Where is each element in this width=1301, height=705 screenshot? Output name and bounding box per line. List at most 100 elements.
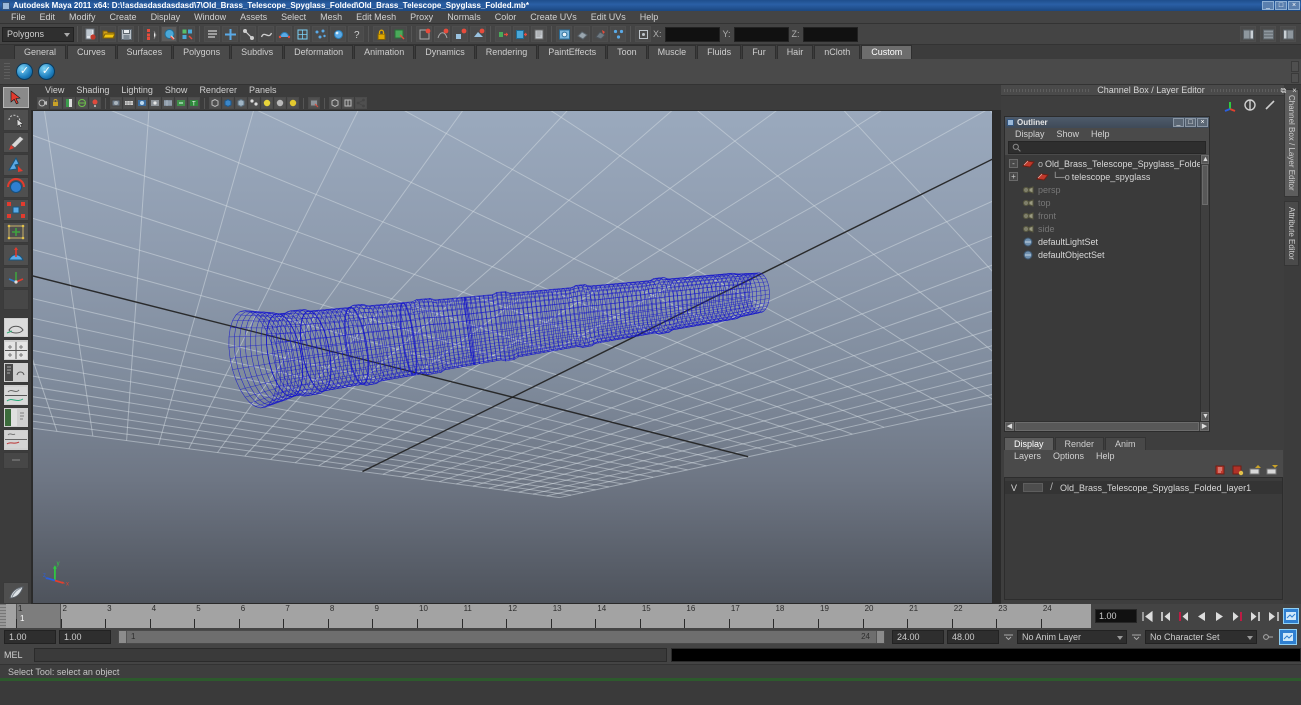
viewport-menu-show[interactable]: Show bbox=[159, 85, 194, 96]
last-tool-used[interactable] bbox=[2, 288, 29, 311]
step-forward-frame-icon[interactable] bbox=[1247, 608, 1263, 624]
lock-camera-icon[interactable] bbox=[50, 97, 62, 109]
character-set-selector[interactable]: No Character Set bbox=[1145, 630, 1257, 644]
toggle-channelbox-icon[interactable] bbox=[1260, 26, 1276, 42]
custom-shelf-item-1[interactable] bbox=[16, 63, 33, 80]
viewport-menu-lighting[interactable]: Lighting bbox=[115, 85, 159, 96]
outliner-row[interactable]: persp bbox=[1005, 183, 1209, 196]
two-sided-lighting-icon[interactable] bbox=[89, 97, 101, 109]
lasso-select-tool[interactable] bbox=[2, 109, 29, 131]
range-slider-track[interactable]: 1 24 bbox=[118, 630, 885, 644]
shelf-tab-hair[interactable]: Hair bbox=[776, 45, 814, 59]
go-to-start-icon[interactable] bbox=[1139, 608, 1155, 624]
save-scene-icon[interactable] bbox=[118, 26, 134, 42]
menu-item-normals[interactable]: Normals bbox=[440, 11, 488, 24]
layer-row[interactable]: V / Old_Brass_Telescope_Spyglass_Folded_la… bbox=[1005, 481, 1282, 494]
saved-layout-extra[interactable] bbox=[2, 451, 29, 470]
coord-x-field[interactable] bbox=[664, 26, 720, 42]
film-gate-icon[interactable] bbox=[287, 97, 299, 109]
shelf-tab-muscle[interactable]: Muscle bbox=[647, 45, 697, 59]
layer-up-icon[interactable] bbox=[1249, 464, 1262, 476]
anim-layer-arrow[interactable] bbox=[1130, 634, 1142, 640]
toggle-attribute-editor-icon[interactable] bbox=[1280, 26, 1296, 42]
show-hide-editors-icon[interactable] bbox=[574, 26, 590, 42]
layer-menu-layers[interactable]: Layers bbox=[1008, 451, 1047, 461]
scroll-track[interactable] bbox=[1015, 422, 1199, 431]
ipr-render-icon[interactable] bbox=[531, 26, 547, 42]
pencil-icon[interactable] bbox=[1263, 98, 1277, 112]
outliner-window[interactable]: Outliner _ □ × Display Show Help -o Old_… bbox=[1004, 116, 1210, 432]
shelf-scroll-arrows[interactable] bbox=[1291, 61, 1299, 83]
resolution-gate-icon[interactable] bbox=[308, 97, 320, 109]
single-perspective-layout[interactable] bbox=[2, 317, 29, 339]
outliner-row[interactable]: - o Old_Brass_Telescope_Spyglass_Folded bbox=[1005, 157, 1209, 170]
hw-texture-icon[interactable] bbox=[175, 97, 187, 109]
share-view-icon[interactable] bbox=[355, 97, 367, 109]
toggle-sidebar-icon[interactable] bbox=[1240, 26, 1256, 42]
menu-item-edit-uvs[interactable]: Edit UVs bbox=[584, 11, 633, 24]
select-by-dynamic-icon[interactable] bbox=[312, 26, 328, 42]
shadows-icon[interactable] bbox=[222, 97, 234, 109]
anim-end-time-field[interactable]: 48.00 bbox=[947, 630, 999, 644]
select-component-icon[interactable] bbox=[179, 26, 195, 42]
outliner-row[interactable]: + └─o telescope_spyglass bbox=[1005, 170, 1209, 183]
go-to-end-icon[interactable] bbox=[1265, 608, 1281, 624]
paint-effects-tool[interactable] bbox=[2, 582, 29, 604]
maximize-button[interactable]: □ bbox=[1275, 1, 1287, 10]
time-slider-track[interactable]: 1 1 2 3 4 5 6 7 8 9 10 11 12 13 14 15 16 17 18 19 20 21 22 23 2… bbox=[6, 604, 1091, 628]
select-camera-icon[interactable] bbox=[37, 97, 49, 109]
manipulator-icon[interactable] bbox=[1223, 98, 1237, 112]
shelf-grip-handle[interactable] bbox=[4, 63, 10, 79]
viewport-menu-panels[interactable]: Panels bbox=[243, 85, 283, 96]
minimize-button[interactable]: _ bbox=[1262, 1, 1274, 10]
select-object-icon[interactable] bbox=[161, 26, 177, 42]
persp-outliner-layout[interactable] bbox=[2, 361, 29, 384]
snap-to-plane-icon[interactable] bbox=[470, 26, 486, 42]
anim-layer-selector[interactable]: No Anim Layer bbox=[1017, 630, 1127, 644]
shelf-tab-animation[interactable]: Animation bbox=[354, 45, 415, 59]
snap-to-grid-icon[interactable] bbox=[416, 26, 432, 42]
shelf-tab-rendering[interactable]: Rendering bbox=[475, 45, 538, 59]
outliner-minimize-button[interactable]: _ bbox=[1173, 118, 1184, 127]
highlight-selection-icon[interactable] bbox=[391, 26, 407, 42]
time-slider[interactable]: 1 1 2 3 4 5 6 7 8 9 10 11 12 13 14 15 16 17 18 19 20 21 22 23 2… bbox=[0, 604, 1301, 628]
outliner-expand-toggle[interactable]: + bbox=[1009, 172, 1018, 181]
select-by-render-icon[interactable] bbox=[330, 26, 346, 42]
play-backwards-icon[interactable] bbox=[1193, 608, 1209, 624]
outliner-menu-show[interactable]: Show bbox=[1051, 129, 1086, 139]
outliner-vertical-scrollbar[interactable]: ▲ ▼ bbox=[1200, 155, 1209, 421]
toggle-icon[interactable] bbox=[1243, 98, 1257, 112]
layer-visibility-toggle[interactable]: V bbox=[1009, 483, 1019, 493]
viewport-scene[interactable] bbox=[33, 111, 992, 603]
menu-item-assets[interactable]: Assets bbox=[233, 11, 274, 24]
image-plane-icon[interactable] bbox=[76, 97, 88, 109]
menu-set-selector[interactable]: Polygons bbox=[2, 26, 74, 42]
paint-select-tool[interactable] bbox=[2, 131, 29, 154]
viewport-menu-renderer[interactable]: Renderer bbox=[193, 85, 243, 96]
shelf-tab-toon[interactable]: Toon bbox=[607, 45, 647, 59]
outliner-row[interactable]: side bbox=[1005, 222, 1209, 235]
menu-item-display[interactable]: Display bbox=[144, 11, 188, 24]
shelf-tab-surfaces[interactable]: Surfaces bbox=[116, 45, 173, 59]
shelf-tab-curves[interactable]: Curves bbox=[67, 45, 116, 59]
layer-list[interactable]: V / Old_Brass_Telescope_Spyglass_Folded_la… bbox=[1004, 477, 1283, 600]
lock-selection-icon[interactable] bbox=[373, 26, 389, 42]
universal-manipulator-tool[interactable] bbox=[2, 221, 29, 244]
outliner-menu-help[interactable]: Help bbox=[1085, 129, 1116, 139]
menu-item-select[interactable]: Select bbox=[274, 11, 313, 24]
outliner-row[interactable]: top bbox=[1005, 196, 1209, 209]
new-layer-icon[interactable] bbox=[1215, 464, 1228, 476]
layer-tab-anim[interactable]: Anim bbox=[1105, 437, 1146, 450]
four-view-layout[interactable] bbox=[2, 339, 29, 361]
shelf-tab-fluids[interactable]: Fluids bbox=[697, 45, 742, 59]
outliner-close-button[interactable]: × bbox=[1197, 118, 1208, 127]
vertical-tab-attribute-editor[interactable]: Attribute Editor bbox=[1284, 200, 1299, 266]
range-end-time-field[interactable]: 24.00 bbox=[892, 630, 944, 644]
persp-graph-layout[interactable] bbox=[2, 384, 29, 406]
menu-item-create[interactable]: Create bbox=[103, 11, 144, 24]
animation-preferences-icon[interactable] bbox=[1283, 608, 1299, 624]
persp-hypershade-layout[interactable] bbox=[2, 406, 29, 429]
scroll-thumb[interactable] bbox=[1202, 165, 1208, 205]
outliner-tree[interactable]: - o Old_Brass_Telescope_Spyglass_Folded + └… bbox=[1005, 155, 1209, 421]
layer-menu-help[interactable]: Help bbox=[1090, 451, 1121, 461]
